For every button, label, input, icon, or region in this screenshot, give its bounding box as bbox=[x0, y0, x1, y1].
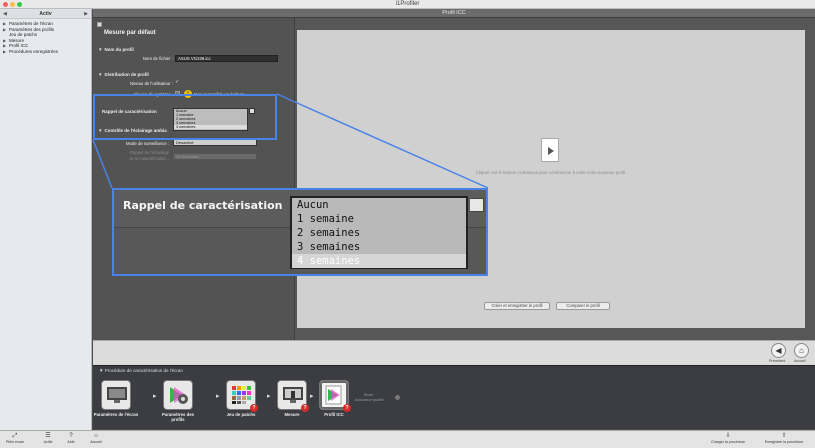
assets-button[interactable]: ☰ Actifs bbox=[37, 433, 59, 444]
step-icc-profile[interactable]: ? bbox=[319, 380, 351, 412]
callout-line-right bbox=[276, 93, 489, 189]
save-workflow-label: Enregistrer la procédure bbox=[764, 440, 804, 444]
step-patch-set[interactable]: ? bbox=[226, 380, 258, 412]
home-icon: ⌂ bbox=[94, 433, 98, 439]
zoomed-option[interactable]: Aucun bbox=[292, 198, 466, 212]
help-icon: ? bbox=[69, 433, 73, 439]
back-label: Précédent bbox=[769, 359, 786, 363]
back-arrow-icon[interactable]: ◀ bbox=[771, 343, 786, 358]
home-label: Accueil bbox=[90, 440, 102, 444]
zoomed-option[interactable]: 1 semaine bbox=[292, 212, 466, 226]
list-icon: ☰ bbox=[45, 433, 51, 439]
step-profile-settings[interactable] bbox=[163, 380, 193, 410]
chevron-right-icon: ▸ bbox=[310, 393, 314, 400]
zoomed-option-selected[interactable]: 4 semaines bbox=[292, 254, 466, 268]
procedure-panel: ▼ Procédure de caractérisation de l'écra… bbox=[93, 365, 815, 429]
help-badge-icon: ? bbox=[301, 404, 309, 412]
icc-profile-icon bbox=[325, 385, 342, 405]
zoomed-option[interactable]: 3 semaines bbox=[292, 240, 466, 254]
step-label: Paramètres de l'écran bbox=[93, 412, 139, 417]
procedure-title-text: Procédure de caractérisation de l'écran bbox=[104, 368, 183, 373]
step-label: Mesure bbox=[284, 412, 300, 417]
chevron-right-icon: ▸ bbox=[153, 393, 157, 400]
extra-step-quality: Assurance qualité bbox=[355, 398, 384, 402]
save-workflow-button[interactable]: ⇧ Enregistrer la procédure bbox=[756, 433, 812, 444]
fullscreen-label: Plein écran bbox=[6, 440, 24, 444]
extra-step-screen: Écran bbox=[364, 393, 374, 397]
bottom-toolbar: ⤢ Plein écran ☰ Actifs ? Aide ⌂ Accueil … bbox=[0, 430, 815, 448]
assets-label: Actifs bbox=[43, 440, 53, 444]
fullscreen-icon: ⤢ bbox=[12, 433, 18, 439]
gear-icon bbox=[170, 387, 188, 404]
chevron-right-icon: ▸ bbox=[216, 393, 220, 400]
zoomed-recall-label: Rappel de caractérisation bbox=[123, 199, 283, 212]
step-label: Paramètres des profils bbox=[161, 412, 194, 422]
step-label: Jeu de patchs bbox=[226, 412, 256, 417]
home-icon[interactable]: ⌂ bbox=[794, 343, 809, 358]
load-icon: ⇩ bbox=[725, 433, 731, 439]
zoomed-dropdown-list[interactable]: Aucun 1 semaine 2 semaines 3 semaines 4 … bbox=[290, 196, 468, 269]
help-badge-icon: ? bbox=[250, 404, 258, 412]
zoomed-option[interactable]: 2 semaines bbox=[292, 226, 466, 240]
callout-line-left bbox=[92, 139, 113, 189]
procedure-title: ▼ Procédure de caractérisation de l'écra… bbox=[99, 368, 183, 373]
fullscreen-button[interactable]: ⤢ Plein écran bbox=[3, 433, 27, 444]
step-measure[interactable]: ? bbox=[277, 380, 309, 412]
help-label: Aide bbox=[67, 440, 75, 444]
home-label: Accueil bbox=[794, 359, 806, 363]
patch-set-icon bbox=[232, 386, 251, 404]
step-display-settings[interactable] bbox=[101, 380, 131, 410]
zoomed-callout: Rappel de caractérisation Aucun 1 semain… bbox=[112, 188, 488, 276]
load-workflow-label: Charger la procédure bbox=[711, 440, 745, 444]
navigation-row: ◀ Précédent ⌂ Accueil bbox=[93, 340, 815, 365]
home-button[interactable]: ⌂ Accueil bbox=[86, 433, 106, 444]
chevron-right-icon: ▸ bbox=[267, 393, 271, 400]
step-label: Profil ICC bbox=[324, 412, 344, 417]
monitor-icon bbox=[107, 387, 127, 403]
help-button[interactable]: ? Aide bbox=[62, 433, 80, 444]
measure-icon bbox=[283, 387, 303, 403]
load-workflow-button[interactable]: ⇩ Charger la procédure bbox=[704, 433, 752, 444]
zoomed-dropdown-stub[interactable] bbox=[470, 198, 484, 212]
info-icon[interactable] bbox=[395, 395, 400, 400]
save-icon: ⇧ bbox=[781, 433, 787, 439]
help-badge-icon: ? bbox=[343, 404, 351, 412]
